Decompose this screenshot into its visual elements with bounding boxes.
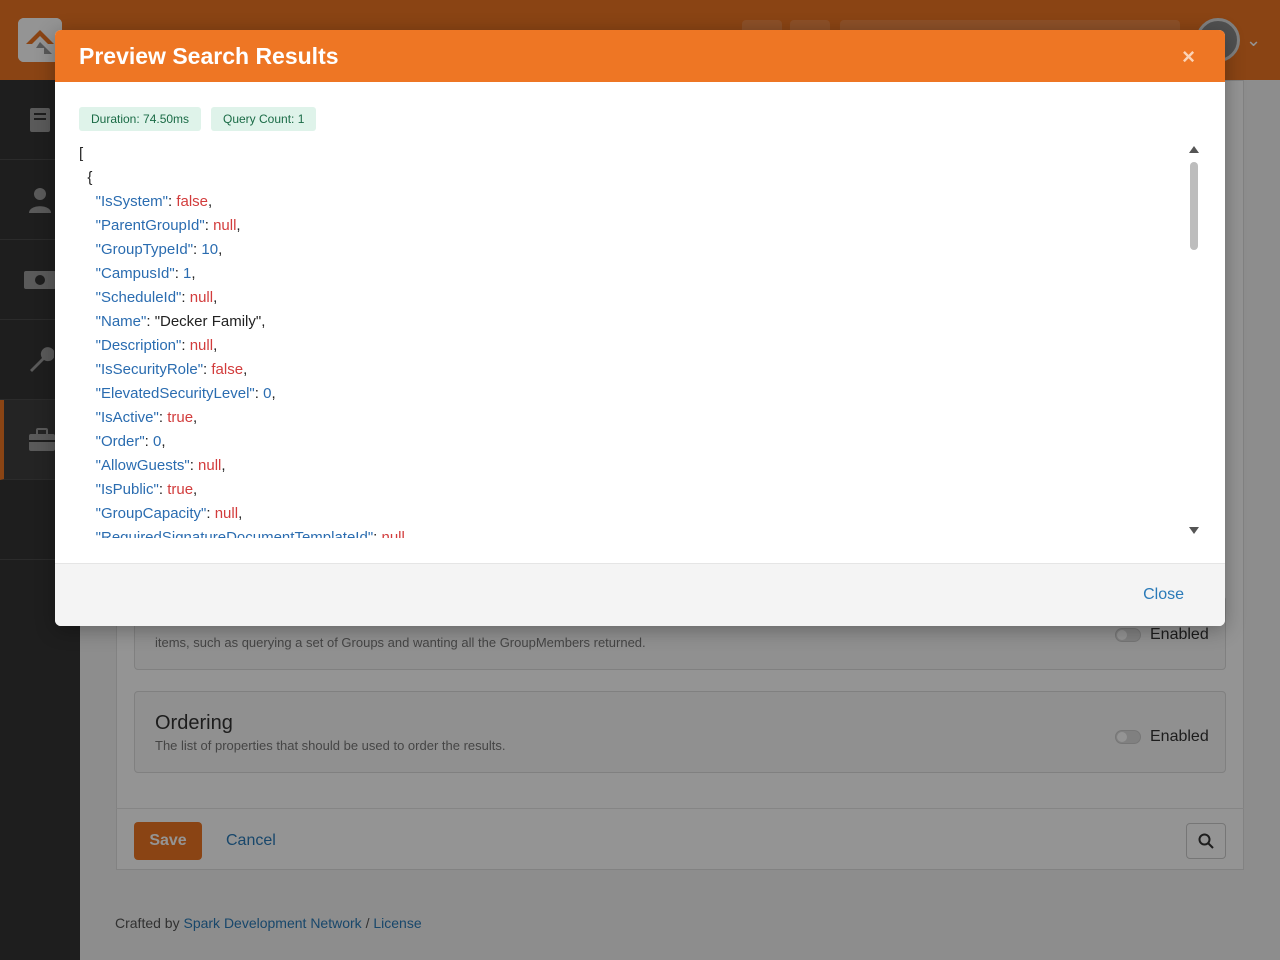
json-line: "AllowGuests": null, (95, 457, 226, 474)
scroll-thumb[interactable] (1190, 162, 1198, 250)
json-key: "ParentGroupId" (95, 217, 205, 234)
json-line: { (79, 169, 93, 186)
json-line: "CampusId": 1, (95, 265, 196, 282)
json-line: "IsPublic": true, (95, 481, 198, 498)
json-key: "RequiredSignatureDocumentTemplateId" (95, 529, 374, 538)
json-key: "ElevatedSecurityLevel" (95, 385, 255, 402)
json-line: "RequiredSignatureDocumentTemplateId": n… (79, 526, 1187, 538)
json-key: "AllowGuests" (95, 457, 190, 474)
json-value: 10 (201, 241, 219, 258)
json-value: true (167, 481, 194, 498)
json-key: "IsActive" (95, 409, 159, 426)
json-value: null (189, 337, 214, 354)
json-key: "Name" (95, 313, 147, 330)
scrollbar[interactable] (1187, 142, 1201, 538)
json-value: null (198, 457, 222, 474)
preview-modal: Preview Search Results × Duration: 74.50… (55, 30, 1225, 626)
json-line: "IsSystem": false, (95, 193, 213, 210)
json-line: "Description": null, (95, 337, 218, 354)
json-key: "ScheduleId" (95, 289, 182, 306)
scroll-up-arrow-icon[interactable] (1189, 146, 1199, 153)
json-key: "CampusId" (95, 265, 175, 282)
json-value: null (381, 529, 405, 538)
json-key: "Description" (95, 337, 182, 354)
modal-header: Preview Search Results × (55, 30, 1225, 82)
json-key: "IsSecurityRole" (95, 361, 204, 378)
json-value: "Decker Family" (154, 313, 262, 330)
json-line: "IsSecurityRole": false, (95, 361, 248, 378)
json-value: 0 (153, 433, 162, 450)
json-line: "GroupTypeId": 10, (95, 241, 223, 258)
json-value: false (176, 193, 209, 210)
close-icon[interactable]: × (1182, 44, 1195, 70)
json-value: false (211, 361, 244, 378)
json-key: "IsSystem" (95, 193, 168, 210)
json-value: null (214, 505, 239, 522)
json-key: "IsPublic" (95, 481, 159, 498)
close-button[interactable]: Close (1143, 586, 1184, 604)
json-line: "ParentGroupId": null, (95, 217, 241, 234)
json-value: 0 (263, 385, 272, 402)
json-line: [ (79, 145, 84, 162)
query-count-badge: Query Count: 1 (211, 107, 317, 131)
modal-title: Preview Search Results (79, 43, 339, 69)
json-value: true (167, 409, 194, 426)
json-key: "GroupCapacity" (95, 505, 207, 522)
json-line: "GroupCapacity": null, (95, 505, 243, 522)
json-line: "ElevatedSecurityLevel": 0, (95, 385, 276, 402)
duration-badge: Duration: 74.50ms (79, 107, 202, 131)
scroll-down-arrow-icon[interactable] (1189, 527, 1199, 534)
json-value: null (189, 289, 214, 306)
json-line: "Order": 0, (95, 433, 166, 450)
json-key: "Order" (95, 433, 145, 450)
json-line: "ScheduleId": null, (95, 289, 218, 306)
json-value: null (213, 217, 237, 234)
json-line: "Name": "Decker Family", (95, 313, 266, 330)
modal-footer: Close (55, 563, 1225, 626)
json-line: "IsActive": true, (95, 409, 198, 426)
json-key: "GroupTypeId" (95, 241, 194, 258)
json-value: 1 (183, 265, 192, 282)
json-results-viewer[interactable]: [ { "IsSystem": false, "ParentGroupId": … (79, 142, 1187, 538)
